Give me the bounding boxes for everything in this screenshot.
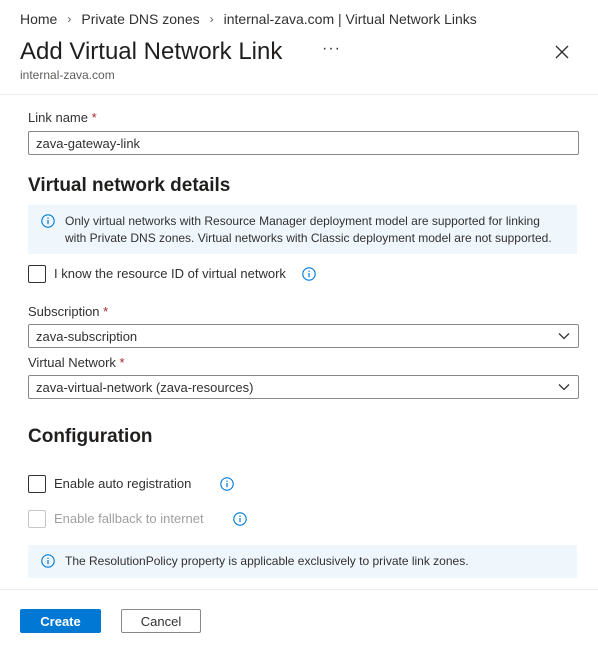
vnet-info-line-1: Only virtual networks with Resource Mana… <box>65 214 540 228</box>
breadcrumb-home[interactable]: Home <box>20 11 57 27</box>
create-button[interactable]: Create <box>20 609 101 633</box>
breadcrumb-private-dns-zones[interactable]: Private DNS zones <box>81 11 199 27</box>
required-mark: * <box>91 110 97 125</box>
info-icon <box>41 214 55 228</box>
cancel-button[interactable]: Cancel <box>121 609 201 633</box>
subscription-label: Subscription * <box>28 304 109 319</box>
virtual-network-dropdown[interactable]: zava-virtual-network (zava-resources) <box>28 375 579 399</box>
info-icon[interactable] <box>233 512 247 526</box>
fallback-internet-checkbox <box>28 510 46 528</box>
required-mark: * <box>119 355 125 370</box>
page-subtitle: internal-zava.com <box>20 68 115 82</box>
chevron-down-icon <box>558 384 570 391</box>
info-icon[interactable] <box>220 477 234 491</box>
header-divider <box>0 94 598 95</box>
resource-id-checkbox-label: I know the resource ID of virtual networ… <box>54 266 286 281</box>
virtual-network-selected-value: zava-virtual-network (zava-resources) <box>36 379 254 395</box>
page-title: Add Virtual Network Link <box>20 38 283 65</box>
subscription-dropdown[interactable]: zava-subscription <box>28 324 579 348</box>
configuration-heading: Configuration <box>28 426 153 447</box>
info-icon <box>41 554 55 568</box>
vnet-info-line-2: with Private DNS zones. Virtual networks… <box>65 231 552 245</box>
subscription-selected-value: zava-subscription <box>36 328 138 344</box>
chevron-down-icon <box>558 333 570 340</box>
chevron-right-icon: › <box>67 12 72 26</box>
vnet-info-box: Only virtual networks with Resource Mana… <box>28 205 577 254</box>
close-icon[interactable] <box>554 44 570 60</box>
link-name-label: Link name * <box>28 110 97 125</box>
breadcrumb: Home › Private DNS zones › internal-zava… <box>20 11 477 27</box>
info-icon[interactable] <box>302 267 316 281</box>
link-name-input[interactable] <box>28 131 579 155</box>
virtual-network-label: Virtual Network * <box>28 355 125 370</box>
virtual-network-details-heading: Virtual network details <box>28 175 231 196</box>
more-options-button[interactable]: ··· <box>322 40 341 58</box>
resolution-policy-info-box: The ResolutionPolicy property is applica… <box>28 545 577 578</box>
breadcrumb-virtual-network-links[interactable]: internal-zava.com | Virtual Network Link… <box>224 11 477 27</box>
footer-divider <box>0 589 598 590</box>
auto-registration-label: Enable auto registration <box>54 476 192 491</box>
fallback-internet-label: Enable fallback to internet <box>54 511 204 526</box>
resource-id-checkbox[interactable] <box>28 265 46 283</box>
resolution-policy-info-text: The ResolutionPolicy property is applica… <box>65 554 469 568</box>
required-mark: * <box>103 304 109 319</box>
chevron-right-icon: › <box>209 12 214 26</box>
auto-registration-checkbox[interactable] <box>28 475 46 493</box>
